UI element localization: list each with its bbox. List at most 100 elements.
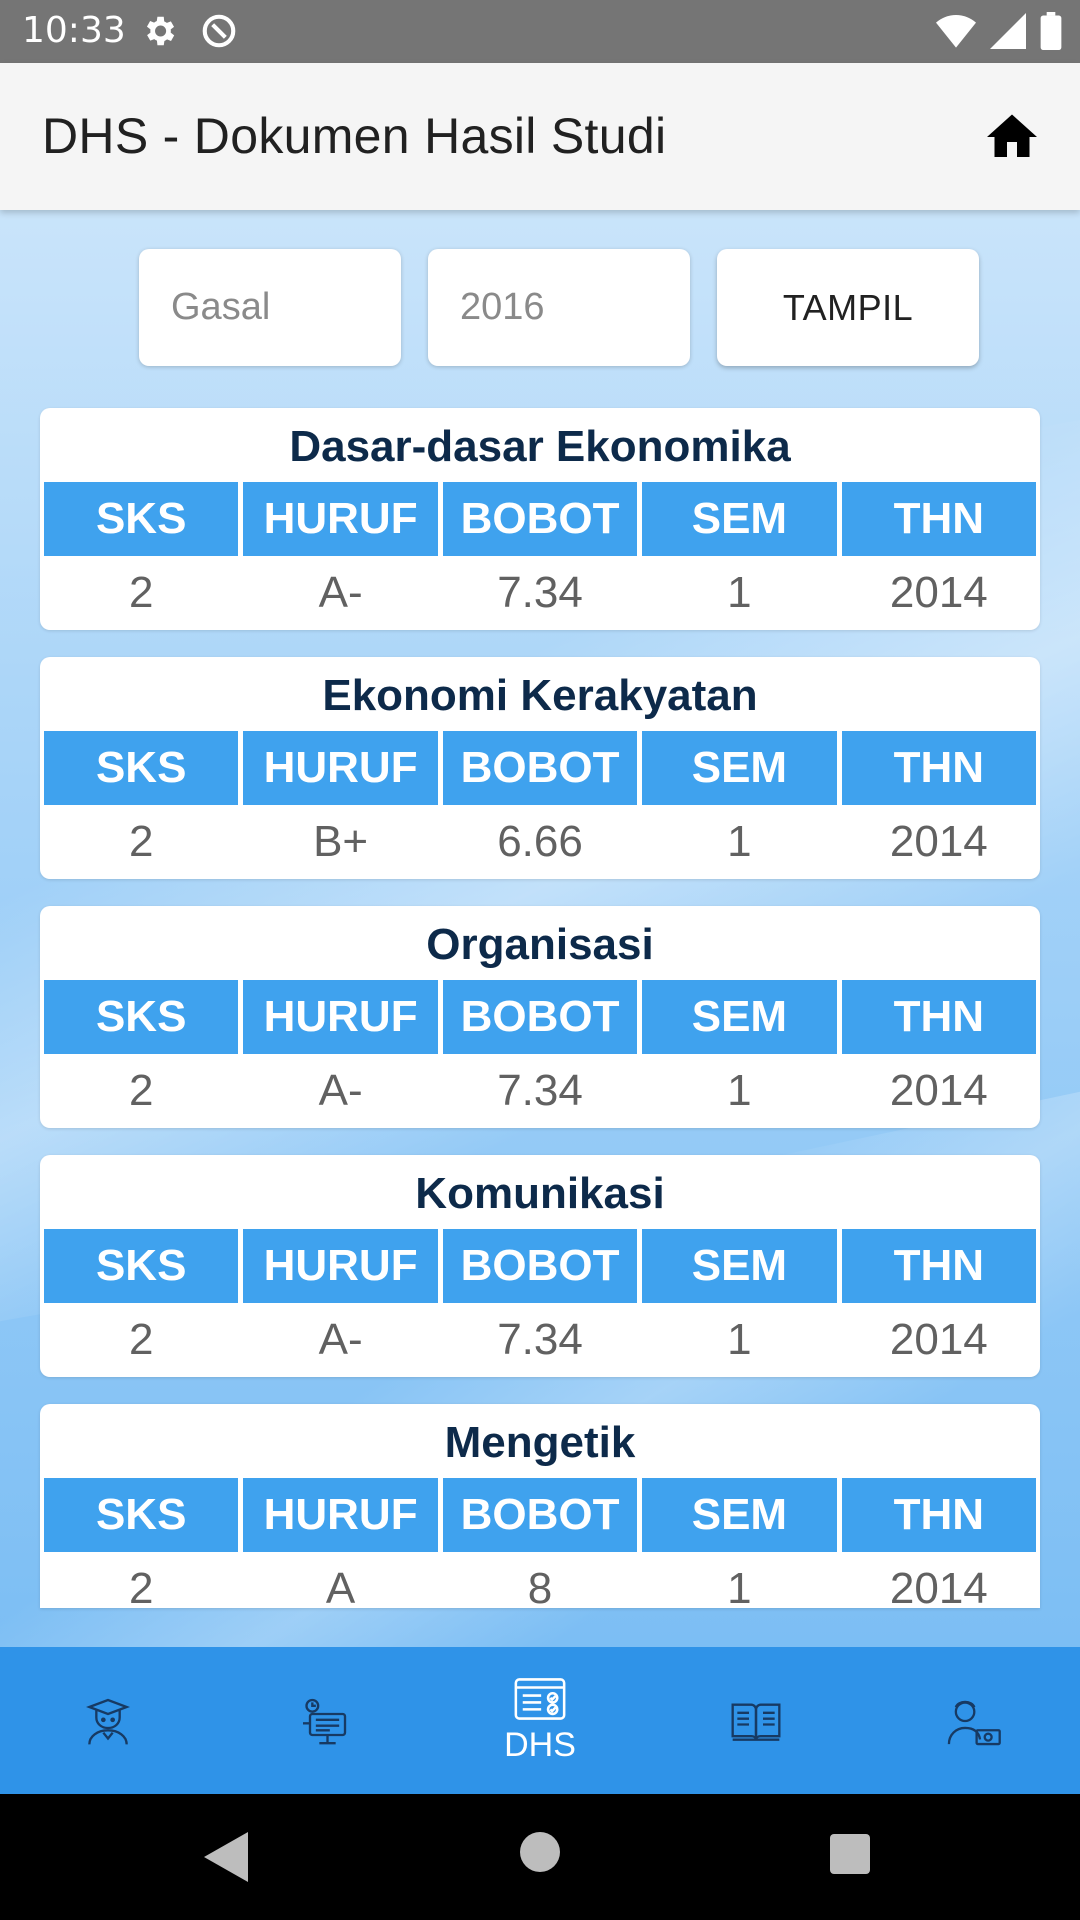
- recents-icon[interactable]: [830, 1834, 870, 1874]
- value-thn: 2014: [889, 1564, 988, 1608]
- course-name: Dasar-dasar Ekonomika: [289, 422, 791, 471]
- header-sem: SEM: [642, 1478, 837, 1552]
- student-icon: [86, 1698, 130, 1744]
- grade-value-row: 2 A 8 1 2014: [40, 1552, 1040, 1608]
- nav-label-dhs: DHS: [504, 1726, 576, 1764]
- header-huruf: HURUF: [243, 980, 438, 1054]
- grade-header-row: SKS HURUF BOBOT SEM THN: [40, 1478, 1040, 1552]
- header-thn: THN: [841, 482, 1037, 556]
- course-card: Organisasi SKS HURUF BOBOT SEM THN 2 A- …: [40, 906, 1040, 1128]
- header-huruf: HURUF: [243, 1478, 438, 1552]
- home-circle-icon[interactable]: [520, 1832, 560, 1872]
- app-bar: DHS - Dokumen Hasil Studi: [0, 63, 1080, 210]
- status-time: 10:33: [22, 10, 126, 51]
- grade-header-row: SKS HURUF BOBOT SEM THN: [40, 731, 1040, 805]
- page-title: DHS - Dokumen Hasil Studi: [42, 108, 667, 164]
- course-card: Ekonomi Kerakyatan SKS HURUF BOBOT SEM T…: [40, 657, 1040, 879]
- header-sem: SEM: [642, 482, 837, 556]
- value-sem: 1: [727, 1564, 752, 1608]
- header-sks: SKS: [44, 1478, 239, 1552]
- value-huruf: A-: [318, 1315, 363, 1364]
- grade-header-row: SKS HURUF BOBOT SEM THN: [40, 1229, 1040, 1303]
- header-sem: SEM: [642, 731, 837, 805]
- presentation-icon: [303, 1698, 347, 1744]
- do-not-disturb-icon: [202, 14, 236, 48]
- course-name: Mengetik: [444, 1418, 636, 1467]
- gear-icon: [146, 16, 175, 46]
- value-bobot: 7.34: [497, 568, 583, 617]
- value-thn: 2014: [889, 1066, 988, 1115]
- book-icon: [731, 1703, 781, 1741]
- semester-field[interactable]: Gasal: [139, 249, 401, 366]
- nav-item-payment[interactable]: [864, 1647, 1080, 1794]
- header-huruf: HURUF: [243, 1229, 438, 1303]
- header-thn: THN: [841, 980, 1037, 1054]
- header-bobot: BOBOT: [442, 731, 638, 805]
- value-bobot: 7.34: [497, 1315, 583, 1364]
- value-thn: 2014: [889, 1315, 988, 1364]
- course-card: Dasar-dasar Ekonomika SKS HURUF BOBOT SE…: [40, 408, 1040, 630]
- header-bobot: BOBOT: [442, 1229, 638, 1303]
- value-huruf: A: [325, 1564, 356, 1608]
- course-name: Ekonomi Kerakyatan: [322, 671, 758, 720]
- header-huruf: HURUF: [243, 731, 438, 805]
- grade-header-row: SKS HURUF BOBOT SEM THN: [40, 482, 1040, 556]
- grade-header-row: SKS HURUF BOBOT SEM THN: [40, 980, 1040, 1054]
- wifi-icon: [936, 15, 976, 48]
- payment-icon: [947, 1700, 1001, 1745]
- value-sks: 2: [128, 817, 154, 866]
- dhs-icon: [514, 1678, 566, 1720]
- header-sks: SKS: [44, 980, 239, 1054]
- course-card: Mengetik SKS HURUF BOBOT SEM THN 2 A 8 1…: [40, 1404, 1040, 1608]
- course-card: Komunikasi SKS HURUF BOBOT SEM THN 2 A- …: [40, 1155, 1040, 1377]
- filter-row: Gasal 2016 TAMPIL: [139, 249, 979, 366]
- header-bobot: BOBOT: [442, 482, 638, 556]
- value-sem: 1: [727, 1315, 752, 1364]
- status-bar: 10:33: [0, 0, 1080, 63]
- header-sem: SEM: [642, 1229, 837, 1303]
- header-sks: SKS: [44, 482, 239, 556]
- course-name: Komunikasi: [415, 1169, 665, 1218]
- nav-item-schedule[interactable]: [216, 1647, 432, 1794]
- header-thn: THN: [841, 1229, 1037, 1303]
- value-huruf: A-: [318, 568, 363, 617]
- value-sks: 2: [128, 1315, 154, 1364]
- show-button[interactable]: TAMPIL: [717, 249, 979, 366]
- signal-icon: [990, 13, 1026, 49]
- value-bobot: 6.66: [497, 817, 583, 866]
- header-sks: SKS: [44, 731, 239, 805]
- header-thn: THN: [841, 731, 1037, 805]
- grade-value-row: 2 A- 7.34 1 2014: [40, 1303, 1040, 1377]
- home-icon: [987, 114, 1037, 157]
- year-field[interactable]: 2016: [428, 249, 690, 366]
- battery-icon: [1040, 12, 1062, 50]
- value-huruf: A-: [318, 1066, 363, 1115]
- grade-value-row: 2 A- 7.34 1 2014: [40, 1054, 1040, 1128]
- grade-value-row: 2 A- 7.34 1 2014: [40, 556, 1040, 630]
- value-sem: 1: [727, 568, 752, 617]
- course-name: Organisasi: [426, 920, 654, 969]
- nav-item-dhs[interactable]: DHS: [432, 1647, 648, 1794]
- grade-value-row: 2 B+ 6.66 1 2014: [40, 805, 1040, 879]
- value-thn: 2014: [889, 817, 988, 866]
- header-bobot: BOBOT: [442, 1478, 638, 1552]
- header-bobot: BOBOT: [442, 980, 638, 1054]
- header-huruf: HURUF: [243, 482, 438, 556]
- course-list[interactable]: Dasar-dasar Ekonomika SKS HURUF BOBOT SE…: [40, 408, 1040, 1635]
- header-thn: THN: [841, 1478, 1037, 1552]
- back-icon[interactable]: [204, 1832, 248, 1882]
- value-bobot: 8: [527, 1564, 553, 1608]
- nav-item-student[interactable]: [0, 1647, 216, 1794]
- value-sks: 2: [128, 1564, 154, 1608]
- content-area: Gasal 2016 TAMPIL Dasar-dasar Ekonomika …: [0, 210, 1080, 1647]
- value-bobot: 7.34: [497, 1066, 583, 1115]
- value-thn: 2014: [889, 568, 988, 617]
- value-sem: 1: [727, 817, 752, 866]
- value-huruf: B+: [313, 817, 369, 866]
- home-button[interactable]: [982, 107, 1042, 167]
- value-sks: 2: [128, 568, 154, 617]
- system-nav-bar: [0, 1794, 1080, 1920]
- bottom-nav: DHS: [0, 1647, 1080, 1794]
- header-sem: SEM: [642, 980, 837, 1054]
- nav-item-courses[interactable]: [648, 1647, 864, 1794]
